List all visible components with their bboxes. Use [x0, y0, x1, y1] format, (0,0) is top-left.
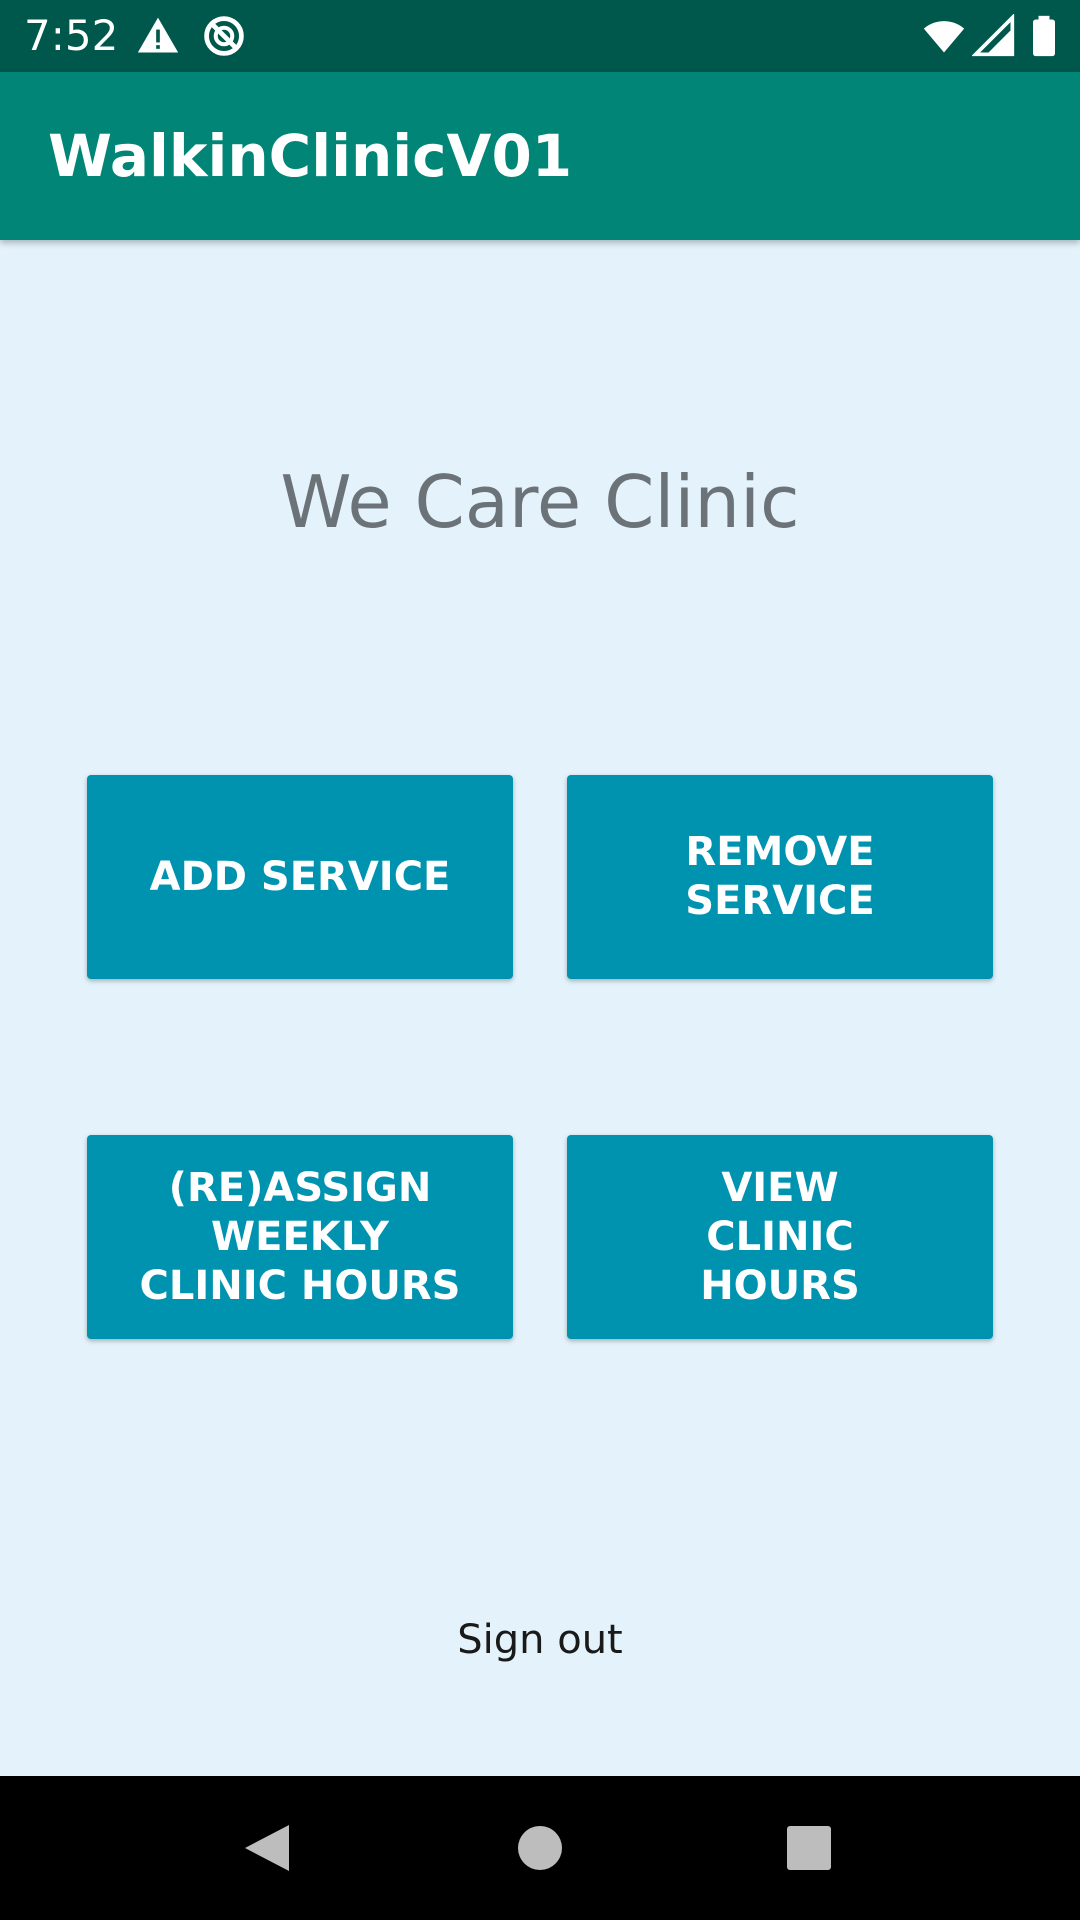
view-clinic-hours-button[interactable]: VIEW CLINIC HOURS — [567, 1135, 993, 1339]
do-not-disturb-icon — [204, 16, 244, 56]
battery-icon — [1033, 15, 1055, 57]
clinic-name-heading: We Care Clinic — [280, 460, 800, 544]
wifi-icon — [923, 21, 965, 53]
recents-icon[interactable] — [759, 1798, 859, 1898]
sign-out-button[interactable]: Sign out — [0, 1612, 1080, 1668]
app-title: WalkinClinicV01 — [48, 122, 573, 190]
status-bar: 7:52 — [0, 0, 1080, 72]
reassign-weekly-hours-button[interactable]: (RE)ASSIGN WEEKLY CLINIC HOURS — [87, 1135, 513, 1339]
status-time: 7:52 — [24, 11, 119, 60]
cell-signal-icon — [972, 14, 1015, 57]
add-service-button[interactable]: ADD SERVICE — [87, 775, 513, 979]
back-icon[interactable] — [217, 1798, 317, 1898]
app-bar: WalkinClinicV01 — [0, 72, 1080, 240]
remove-service-button[interactable]: REMOVE SERVICE — [567, 775, 993, 979]
navigation-bar — [0, 1776, 1080, 1920]
home-icon[interactable] — [490, 1798, 590, 1898]
warning-icon — [137, 17, 179, 53]
